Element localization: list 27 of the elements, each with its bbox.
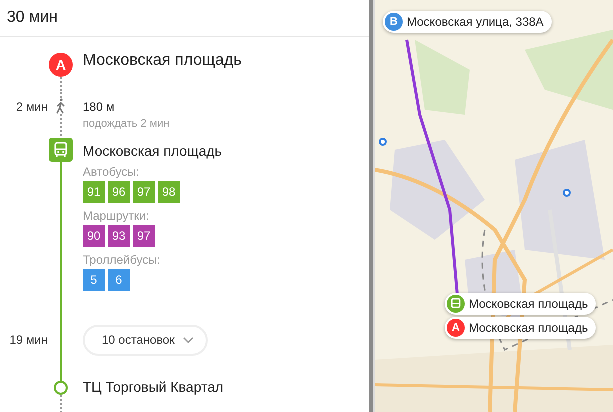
chevron-icon [182, 336, 194, 344]
walk-time: 2 мин [16, 100, 48, 114]
route-number[interactable]: 5 [83, 269, 105, 291]
wait-note: подождать 2 мин [83, 118, 170, 130]
map-pin-label[interactable]: B Московская улица, 338А [383, 11, 552, 33]
scrollbar[interactable] [369, 0, 373, 412]
route-number[interactable]: 6 [108, 269, 130, 291]
stop-name: ТЦ Торговый Квартал [83, 379, 224, 395]
route-number[interactable]: 90 [83, 225, 105, 247]
transport-type-label: Маршрутки: [83, 209, 150, 223]
transport-type-label: Троллейбусы: [83, 253, 161, 267]
map-pin-label[interactable]: Московская площадь [445, 293, 596, 315]
stop-name: Московская площадь [83, 52, 242, 70]
bus-stop-icon [447, 295, 465, 313]
route-number[interactable]: 93 [108, 225, 130, 247]
ride-time: 19 мин [10, 333, 48, 347]
transport-type-label: Автобусы: [83, 165, 140, 179]
stops-dropdown[interactable]: 10 остановок [83, 324, 208, 356]
start-marker: A [49, 52, 73, 76]
route-duration: 30 мин [7, 9, 58, 27]
waypoint-marker: B [385, 13, 403, 31]
stop-name: Московская площадь [83, 143, 222, 159]
waypoint-marker: A [447, 319, 465, 337]
route-number[interactable]: 97 [133, 225, 155, 247]
map-pin-label[interactable]: A Московская площадь [445, 317, 596, 339]
walking-person-icon [56, 98, 66, 114]
walk-distance: 180 м [83, 100, 115, 114]
